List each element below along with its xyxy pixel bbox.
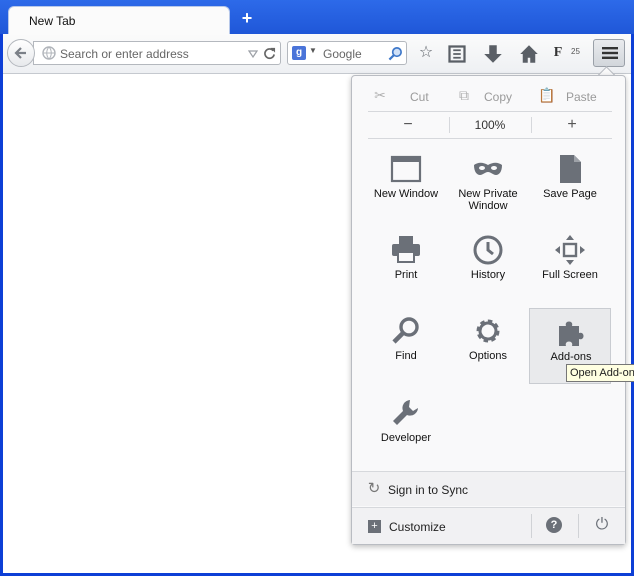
back-button[interactable]	[7, 39, 35, 67]
sync-icon: ↻	[367, 480, 381, 497]
customize-plus-icon: +	[368, 520, 381, 533]
printer-icon	[392, 236, 420, 263]
history-button[interactable]: History	[447, 227, 529, 303]
search-engine-placeholder: Google	[323, 47, 362, 61]
options-button[interactable]: Options	[447, 308, 529, 384]
reload-icon[interactable]	[263, 47, 276, 60]
fullscreen-icon	[555, 235, 585, 265]
engine-dropdown-icon[interactable]: ▼	[309, 46, 317, 55]
footer-divider	[578, 514, 579, 538]
zoom-reset-button[interactable]: 100%	[450, 114, 530, 136]
print-label: Print	[394, 269, 418, 281]
save-page-icon	[560, 155, 581, 183]
add-ons-tooltip: Open Add-ons	[566, 364, 634, 382]
separator	[368, 111, 612, 112]
address-placeholder: Search or enter address	[60, 47, 189, 61]
main-menu-panel: ✂ Cut ⧉ Copy 📋 Paste − 100% + New Window	[351, 75, 626, 545]
open-menu-button[interactable]	[593, 39, 625, 67]
extension-badge-count: 25	[571, 47, 580, 56]
full-screen-button[interactable]: Full Screen	[529, 227, 611, 303]
new-tab-plus-icon[interactable]: +	[238, 9, 256, 27]
add-ons-label: Add-ons	[550, 351, 592, 363]
customize-button[interactable]: + Customize	[352, 508, 530, 544]
copy-button[interactable]: ⧉ Copy	[456, 86, 526, 108]
sync-label: Sign in to Sync	[388, 483, 469, 497]
new-window-label: New Window	[373, 188, 439, 200]
find-button[interactable]: Find	[365, 308, 447, 384]
history-dropdown-icon[interactable]	[248, 50, 258, 58]
navigation-toolbar: Search or enter address g ▼ Google ☆ F 2…	[3, 34, 631, 74]
ft-extension-icon[interactable]: F	[548, 43, 568, 63]
paste-button[interactable]: 📋 Paste	[538, 86, 608, 108]
new-window-button[interactable]: New Window	[365, 146, 447, 222]
scissors-icon: ✂	[374, 87, 386, 103]
copy-label: Copy	[484, 90, 513, 104]
sign-in-to-sync-button[interactable]: ↻ Sign in to Sync	[352, 472, 625, 506]
print-button[interactable]: Print	[365, 227, 447, 303]
back-arrow-icon	[14, 47, 26, 59]
cut-label: Cut	[410, 90, 429, 104]
title-bar: New Tab +	[0, 0, 634, 36]
zoom-controls: − 100% +	[368, 114, 612, 136]
wrench-icon	[393, 400, 418, 425]
new-private-window-label: New Private Window	[458, 188, 518, 212]
magnifier-icon	[392, 317, 419, 344]
hamburger-menu-icon	[602, 47, 618, 59]
footer-divider	[531, 514, 532, 538]
paste-label: Paste	[566, 90, 597, 104]
clock-icon	[473, 235, 503, 265]
developer-label: Developer	[380, 432, 432, 444]
search-bar[interactable]: g ▼ Google	[287, 41, 407, 65]
customize-label: Customize	[389, 520, 446, 534]
find-label: Find	[395, 350, 417, 362]
quit-power-icon[interactable]: ⏻	[593, 516, 611, 534]
home-icon[interactable]	[519, 44, 539, 64]
downloads-arrow-icon[interactable]	[483, 44, 503, 64]
copy-icon: ⧉	[459, 87, 469, 103]
google-engine-icon[interactable]: g	[292, 46, 306, 60]
address-bar[interactable]: Search or enter address	[33, 41, 281, 65]
new-private-window-button[interactable]: New Private Window	[447, 146, 529, 222]
tab-new-tab[interactable]: New Tab	[8, 6, 230, 36]
bookmark-star-icon[interactable]: ☆	[416, 43, 436, 63]
history-label: History	[470, 269, 506, 281]
tab-title: New Tab	[29, 14, 76, 28]
developer-button[interactable]: Developer	[365, 390, 447, 466]
customize-bar: + Customize ? ⏻	[352, 508, 625, 544]
options-label: Options	[469, 350, 507, 362]
zoom-in-button[interactable]: +	[532, 114, 612, 136]
cut-button[interactable]: ✂ Cut	[372, 86, 442, 108]
puzzle-icon	[559, 321, 584, 346]
gear-icon	[476, 319, 500, 343]
search-magnifier-icon[interactable]	[388, 46, 403, 61]
new-window-icon	[390, 155, 422, 183]
full-screen-label: Full Screen	[542, 269, 598, 281]
private-mask-icon	[474, 162, 502, 175]
zoom-out-button[interactable]: −	[368, 114, 448, 136]
edit-controls: ✂ Cut ⧉ Copy 📋 Paste	[368, 86, 612, 108]
globe-icon	[42, 46, 56, 60]
save-page-button[interactable]: Save Page	[529, 146, 611, 222]
help-question-icon[interactable]: ?	[546, 517, 562, 533]
clipboard-icon: 📋	[538, 87, 556, 103]
separator	[368, 138, 612, 139]
bookmarks-menu-icon[interactable]	[447, 44, 467, 64]
save-page-label: Save Page	[543, 188, 597, 200]
